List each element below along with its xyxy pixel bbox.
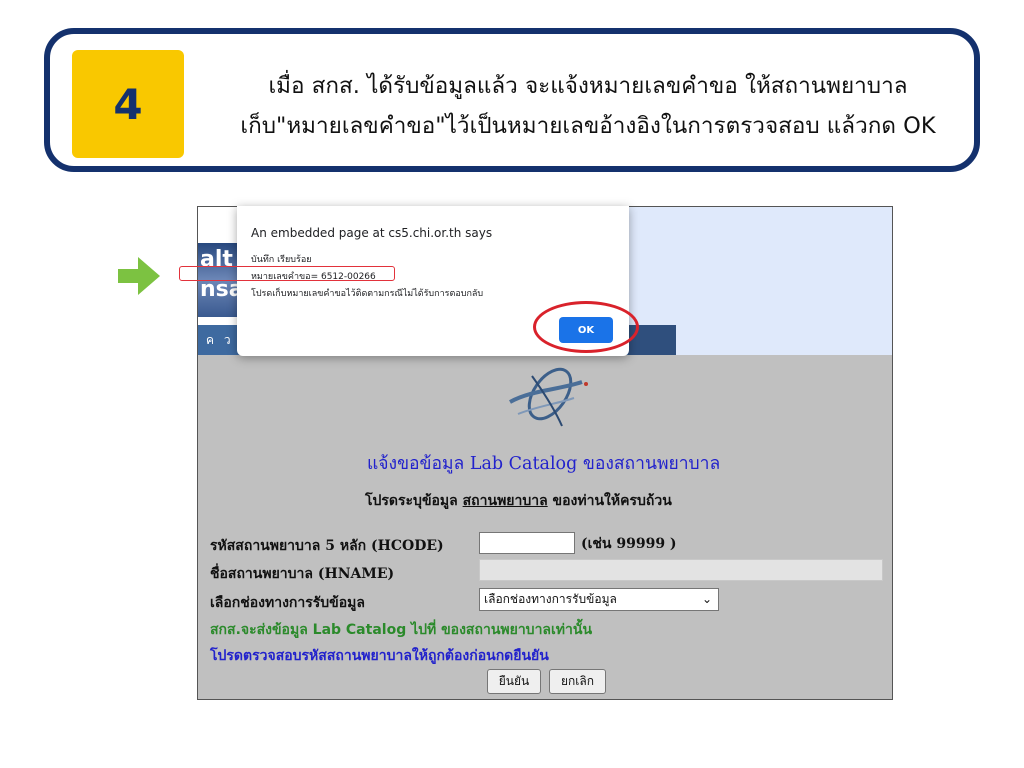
instruction-pre: โปรดระบุข้อมูล — [365, 493, 463, 509]
form-instruction: โปรดระบุข้อมูล สถานพยาบาล ของท่านให้ครบถ… — [365, 490, 672, 512]
ok-button-highlight — [533, 301, 639, 353]
step-description: เมื่อ สกส. ได้รับข้อมูลแล้ว จะแจ้งหมายเล… — [200, 66, 976, 146]
step-line-1: เมื่อ สกส. ได้รับข้อมูลแล้ว จะแจ้งหมายเล… — [268, 73, 908, 99]
step-number-badge: 4 — [72, 50, 184, 158]
confirm-button[interactable]: ยืนยัน — [487, 669, 541, 694]
channel-label: เลือกช่องทางการรับข้อมูล — [210, 595, 365, 611]
channel-select[interactable]: เลือกช่องทางการรับข้อมูล ⌄ — [479, 588, 719, 611]
nav-fragment[interactable]: ค ว — [206, 331, 234, 350]
form-heading: แจ้งขอข้อมูล Lab Catalog ของสถานพยาบาล — [367, 454, 721, 474]
hcode-example: (เช่น 99999 ) — [581, 536, 677, 552]
alert-message-line-1: บันทึก เรียบร้อย — [251, 255, 312, 265]
instruction-underlined: สถานพยาบาล — [462, 493, 548, 509]
request-number-highlight — [179, 266, 395, 281]
hname-label: ชื่อสถานพยาบาล (HNAME) — [210, 566, 395, 582]
alert-message-line-3: โปรดเก็บหมายเลขคำขอไว้ติดตามกรณีไม่ได้รั… — [251, 289, 484, 299]
hname-input — [479, 559, 883, 581]
cancel-button[interactable]: ยกเลิก — [549, 669, 606, 694]
step-line-2: เก็บ"หมายเลขคำขอ"ไว้เป็นหมายเลขอ้างอิงใน… — [240, 113, 936, 139]
chi-emblem-icon — [509, 367, 588, 427]
instruction-post: ของท่านให้ครบถ้วน — [547, 493, 672, 509]
arrow-right-icon — [118, 257, 160, 295]
hcode-label: รหัสสถานพยาบาล 5 หลัก (HCODE) — [210, 538, 444, 554]
verify-note: โปรดตรวจสอบรหัสสถานพยาบาลให้ถูกต้องก่อนก… — [210, 648, 549, 664]
channel-selected-value: เลือกช่องทางการรับข้อมูล — [484, 592, 617, 606]
alert-title: An embedded page at cs5.chi.or.th says — [251, 226, 493, 240]
hcode-input[interactable] — [479, 532, 575, 554]
delivery-note: สกส.จะส่งข้อมูล Lab Catalog ไปที่ ของสถา… — [210, 622, 593, 638]
chevron-down-icon: ⌄ — [701, 592, 712, 606]
